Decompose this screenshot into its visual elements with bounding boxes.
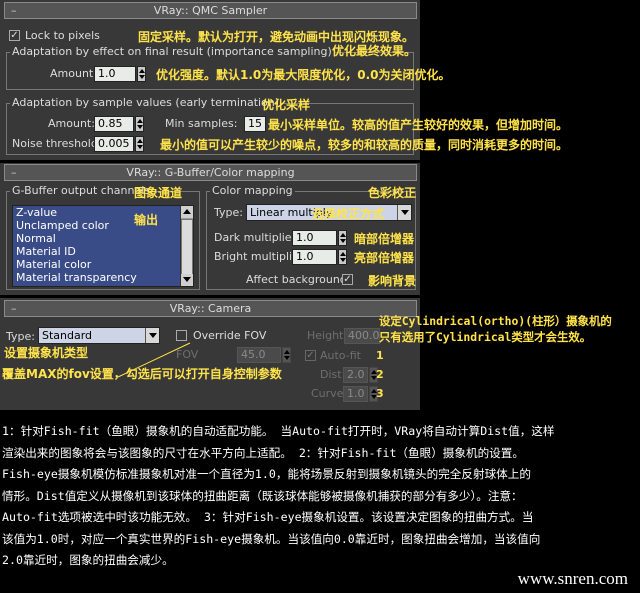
description-text: 1：针对Fish-fit（鱼眼）摄象机的自动适配功能。 当Auto-fit打开时… bbox=[2, 421, 638, 572]
annotation-color-correct: 色彩校正 bbox=[368, 186, 417, 200]
annotation-noise: 最小的值可以产生较少的噪点，较多的和较高的质量，同时消耗更多的时间。 bbox=[160, 138, 569, 152]
annotation-dark: 暗部倍增器 bbox=[354, 232, 415, 246]
annotation-camera-type: 设置摄象机类型 bbox=[4, 346, 89, 360]
description-line: 情形。Dist值定义从摄像机到该球体的扭曲距离（既该球体能够被摄像机捕获的部分有… bbox=[2, 488, 523, 503]
annotation-select-method: 选择校正方式 bbox=[312, 207, 385, 221]
annotation-output: 输出 bbox=[134, 213, 159, 227]
annotation-bright: 亮部倍增器 bbox=[354, 251, 415, 265]
annotation-num-2: 2 bbox=[376, 368, 384, 381]
annotation-gbuffer-channels: 图象通道 bbox=[134, 186, 183, 200]
description-line: Fish-eye摄象机模仿标准摄象机对准一个直径为1.0，能将场景反射到摄象机镜… bbox=[2, 467, 531, 481]
annotation-optimize: 优化最终效果。 bbox=[332, 44, 417, 58]
annotation-num-1: 1 bbox=[376, 349, 384, 362]
annotation-optimize-sample: 优化采样 bbox=[262, 98, 311, 112]
description-line: 该值为1.0时，对应一个真实世界的Fish-eye摄象机。当该值向0.0靠近时，… bbox=[2, 531, 541, 546]
annotation-amount: 优化强度。默认1.0为最大限度优化，0.0为关闭优化。 bbox=[156, 68, 451, 82]
annotation-cylindrical: 设定Cylindrical(ortho)(柱形）摄象机的 只有选用了Cylind… bbox=[379, 314, 612, 344]
description-line: 1：针对Fish-fit（鱼眼）摄象机的自动适配功能。 当Auto-fit打开时… bbox=[2, 424, 555, 438]
annotation-min-samples: 最小采样单位。较高的值产生较好的效果，但增加时间。 bbox=[268, 118, 569, 132]
site-watermark: www.snren.com bbox=[517, 569, 628, 588]
description-line: 渲染出来的图象将会与该图象的尺寸在水平方向上适配。 2：针对Fish-fit（鱼… bbox=[2, 445, 524, 460]
annotation-num-3: 3 bbox=[376, 387, 384, 400]
description-line: Auto-fit选项被选中时该功能无效。 3：针对Fish-eye摄象机设置。该… bbox=[2, 510, 534, 524]
annotation-affect-bg: 影响背景 bbox=[368, 274, 417, 288]
annotation-override-fov: 覆盖MAX的fov设置，勾选后可以打开自身控制参数 bbox=[2, 367, 282, 381]
